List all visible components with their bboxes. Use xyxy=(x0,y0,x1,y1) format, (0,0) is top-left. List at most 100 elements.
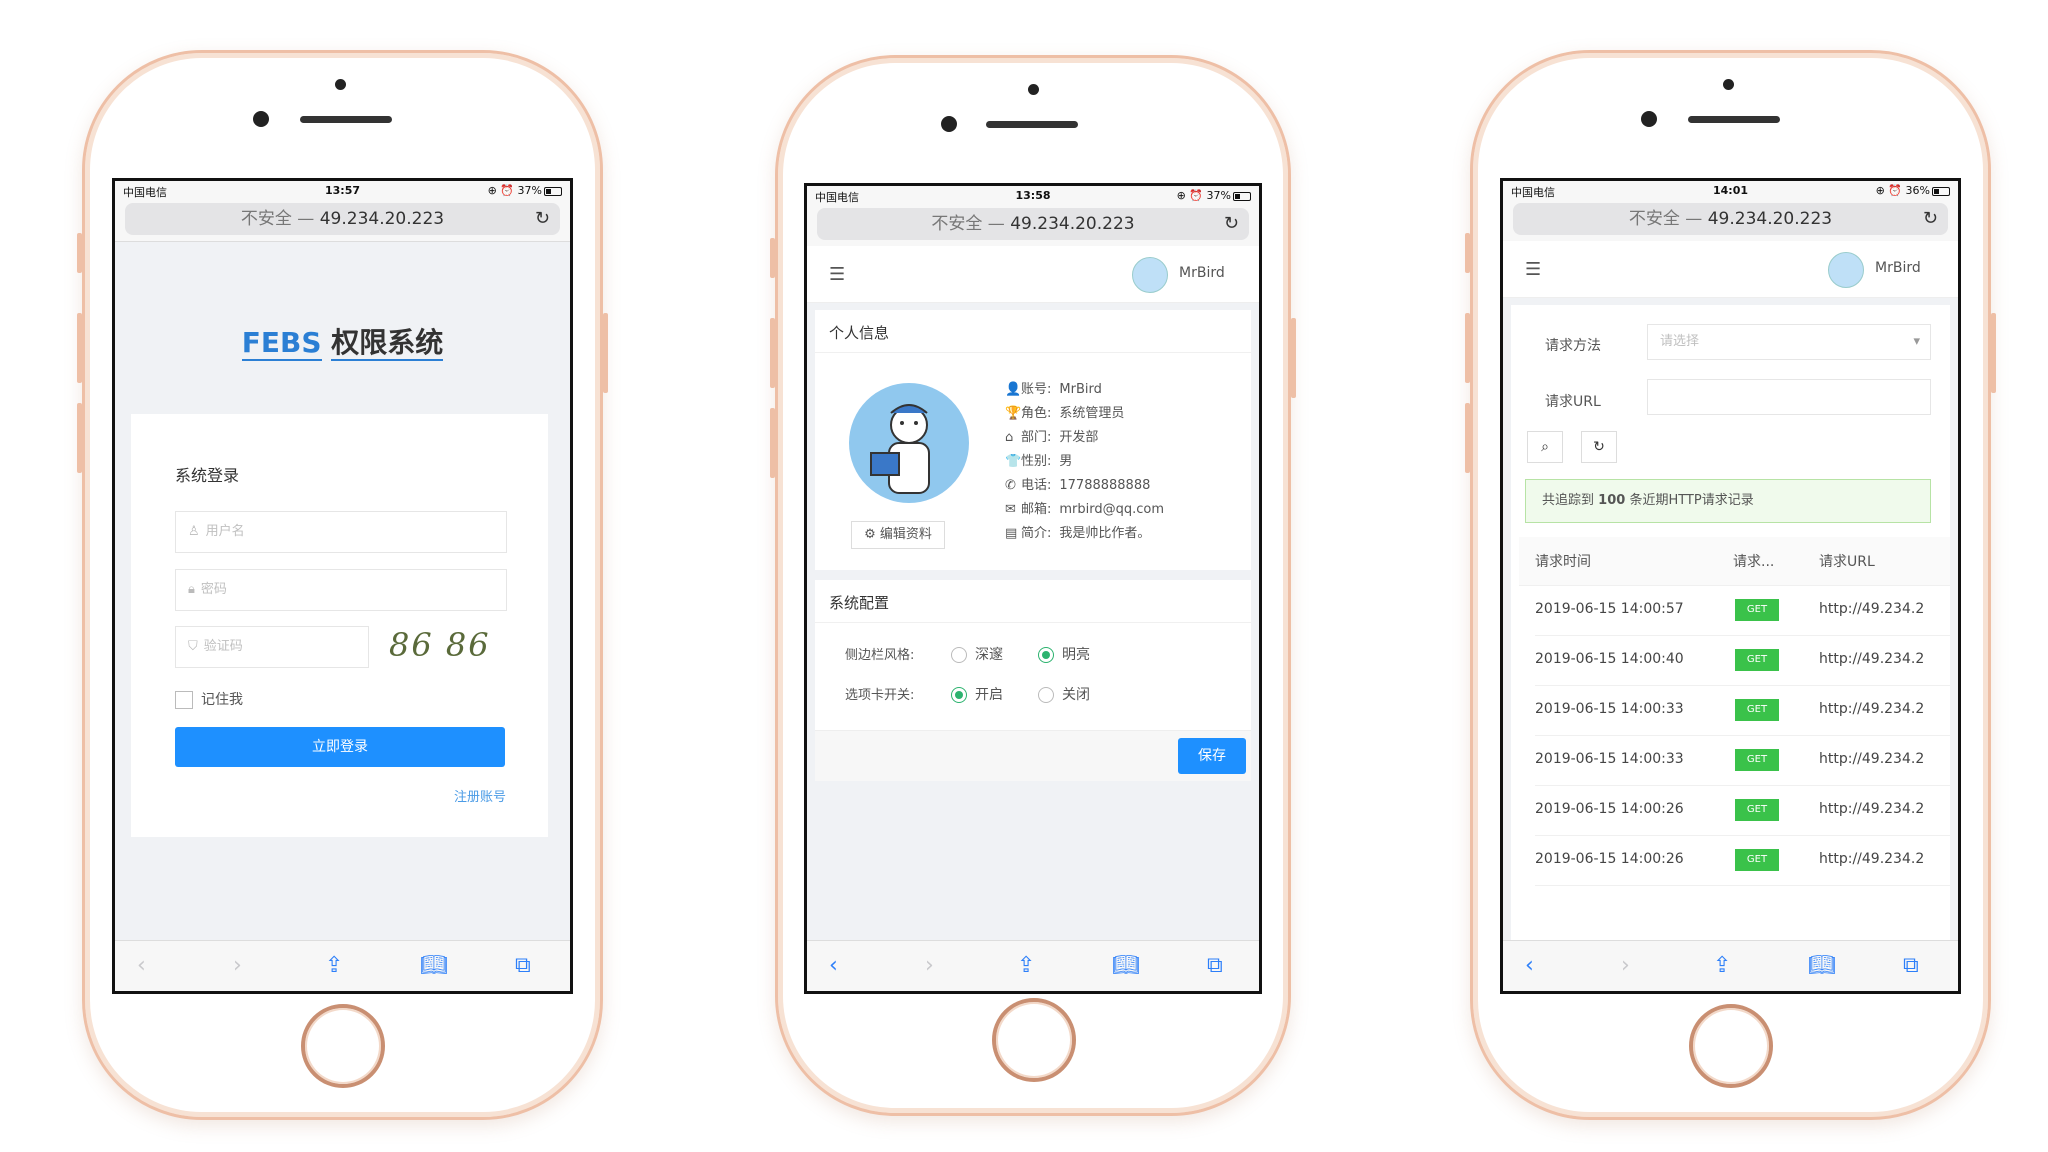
profile-field: ✆ 电话: 17788888888 xyxy=(1005,474,1150,493)
captcha-input[interactable]: ⛉ 验证码 xyxy=(175,626,369,668)
url-input[interactable] xyxy=(1647,379,1931,415)
volume-down-button xyxy=(770,408,775,478)
search-button[interactable]: ⌕ xyxy=(1527,431,1563,463)
table-row[interactable]: 2019-06-15 14:00:26 GET http://49.234.2 xyxy=(1535,785,1950,836)
sidebar-style-dark[interactable]: 深邃 xyxy=(951,644,1003,664)
app-header: ☰ MrBird xyxy=(1503,241,1958,298)
reload-icon[interactable]: ↻ xyxy=(535,203,550,235)
forward-icon[interactable]: › xyxy=(233,953,242,978)
captcha-image[interactable]: 86 86 xyxy=(389,626,507,666)
back-icon[interactable]: ‹ xyxy=(829,953,838,978)
avatar[interactable] xyxy=(1828,252,1864,288)
address-bar[interactable]: 不安全 — 49.234.20.223 ↻ xyxy=(1513,203,1948,235)
share-icon[interactable]: ⇪ xyxy=(1017,953,1035,978)
home-button[interactable] xyxy=(1689,1004,1773,1088)
header-username[interactable]: MrBird xyxy=(1179,265,1225,281)
menu-toggle-icon[interactable]: ☰ xyxy=(829,264,845,285)
method-badge: GET xyxy=(1735,699,1779,721)
share-icon[interactable]: ⇪ xyxy=(325,953,343,978)
address-bar[interactable]: 不安全 — 49.234.20.223 ↻ xyxy=(817,208,1249,240)
front-camera xyxy=(253,111,269,127)
reload-icon[interactable]: ↻ xyxy=(1224,208,1239,240)
url-host: 49.234.20.223 xyxy=(1010,214,1135,234)
radio-dark[interactable] xyxy=(951,647,967,663)
table-row[interactable]: 2019-06-15 14:00:40 GET http://49.234.2 xyxy=(1535,635,1950,686)
method-select[interactable]: 请选择 ▾ xyxy=(1647,324,1931,360)
back-icon[interactable]: ‹ xyxy=(137,953,146,978)
reload-icon[interactable]: ↻ xyxy=(1923,203,1938,235)
bookmarks-icon[interactable]: 📖︎ xyxy=(1808,953,1836,978)
password-input[interactable]: 🔒︎ 密码 xyxy=(175,569,507,611)
system-name: 权限系统 xyxy=(331,326,444,361)
remember-me[interactable]: 记住我 xyxy=(175,689,243,709)
sidebar-style-light[interactable]: 明亮 xyxy=(1038,644,1090,664)
row-url: http://49.234.2 xyxy=(1819,801,1925,817)
profile-field-label: 角色: xyxy=(1021,406,1052,421)
forward-icon[interactable]: › xyxy=(1621,953,1630,978)
profile-divider xyxy=(815,352,1251,353)
radio-off[interactable] xyxy=(1038,687,1054,703)
home-button[interactable] xyxy=(301,1004,385,1088)
tab-switch-off[interactable]: 关闭 xyxy=(1038,684,1090,704)
volume-up-button xyxy=(770,318,775,388)
address-bar[interactable]: 不安全 — 49.234.20.223 ↻ xyxy=(125,203,560,235)
profile-field-label: 部门: xyxy=(1021,430,1052,445)
header-username[interactable]: MrBird xyxy=(1875,260,1921,276)
phone-login: 中国电信 13:57 ⊕ ⏰ 37% 不安全 — 49.234.20.223 ↻… xyxy=(77,50,608,1120)
row-url: http://49.234.2 xyxy=(1819,851,1925,867)
power-button xyxy=(1991,313,1996,393)
username-input[interactable]: ♙ 用户名 xyxy=(175,511,507,553)
table-row[interactable]: 2019-06-15 14:00:33 GET http://49.234.2 xyxy=(1535,735,1950,786)
radio-light[interactable] xyxy=(1038,647,1054,663)
battery-icon xyxy=(544,186,562,196)
battery-status: ⊕ ⏰ 37% xyxy=(488,184,562,197)
edit-profile-button[interactable]: ⚙ 编辑资料 xyxy=(851,521,945,549)
profile-field: 👕性别: 男 xyxy=(1005,450,1072,469)
avatar[interactable] xyxy=(1132,257,1168,293)
profile-field-label: 电话: xyxy=(1021,478,1052,493)
earpiece-speaker xyxy=(986,121,1078,128)
radio-on[interactable] xyxy=(951,687,967,703)
table-row[interactable]: 2019-06-15 14:00:26 GET http://49.234.2 xyxy=(1535,835,1950,886)
tab-switch-label: 选项卡开关: xyxy=(845,688,915,703)
battery-percent: 37% xyxy=(1206,189,1231,202)
remember-checkbox[interactable] xyxy=(175,691,193,709)
method-badge: GET xyxy=(1735,749,1779,771)
share-icon[interactable]: ⇪ xyxy=(1713,953,1731,978)
mute-switch xyxy=(77,233,82,273)
insecure-label: 不安全 — xyxy=(931,214,1005,234)
battery-icon xyxy=(1233,191,1251,201)
forward-icon[interactable]: › xyxy=(925,953,934,978)
tabs-icon[interactable]: ⧉ xyxy=(1207,953,1223,978)
table-row[interactable]: 2019-06-15 14:00:33 GET http://49.234.2 xyxy=(1535,685,1950,736)
tab-switch-on[interactable]: 开启 xyxy=(951,684,1003,704)
back-icon[interactable]: ‹ xyxy=(1525,953,1534,978)
mail-icon: ✉ xyxy=(1005,502,1016,517)
captcha-text: 86 86 xyxy=(389,626,491,664)
login-button[interactable]: 立即登录 xyxy=(175,727,505,767)
method-badge: GET xyxy=(1735,849,1779,871)
method-label: 请求方法 xyxy=(1545,338,1601,354)
profile-field-label: 邮箱: xyxy=(1021,502,1052,517)
sidebar-style-light-label: 明亮 xyxy=(1062,647,1090,663)
alert-prefix: 共追踪到 xyxy=(1542,493,1595,508)
table-row[interactable]: 2019-06-15 14:00:57 GET http://49.234.2 xyxy=(1535,585,1950,636)
app-header: ☰ MrBird xyxy=(807,246,1259,303)
save-button[interactable]: 保存 xyxy=(1178,738,1246,774)
safari-toolbar: ‹ › ⇪ 📖︎ ⧉ xyxy=(807,940,1259,991)
menu-toggle-icon[interactable]: ☰ xyxy=(1525,259,1541,280)
status-bar: 中国电信 13:58 ⊕ ⏰ 37% xyxy=(807,186,1259,204)
bookmarks-icon[interactable]: 📖︎ xyxy=(420,953,448,978)
bookmarks-icon[interactable]: 📖︎ xyxy=(1112,953,1140,978)
earpiece-speaker xyxy=(300,116,392,123)
home-button[interactable] xyxy=(992,998,1076,1082)
safari-toolbar: ‹ › ⇪ 📖︎ ⧉ xyxy=(1503,940,1958,991)
profile-avatar xyxy=(849,383,969,503)
row-time: 2019-06-15 14:00:33 xyxy=(1535,751,1684,767)
tabs-icon[interactable]: ⧉ xyxy=(1903,953,1919,978)
app-title: FEBS 权限系统 xyxy=(115,321,570,361)
register-link[interactable]: 注册账号 xyxy=(454,786,506,805)
url-label: 请求URL xyxy=(1545,394,1601,410)
tabs-icon[interactable]: ⧉ xyxy=(515,953,531,978)
reset-button[interactable]: ↻ xyxy=(1581,431,1617,463)
